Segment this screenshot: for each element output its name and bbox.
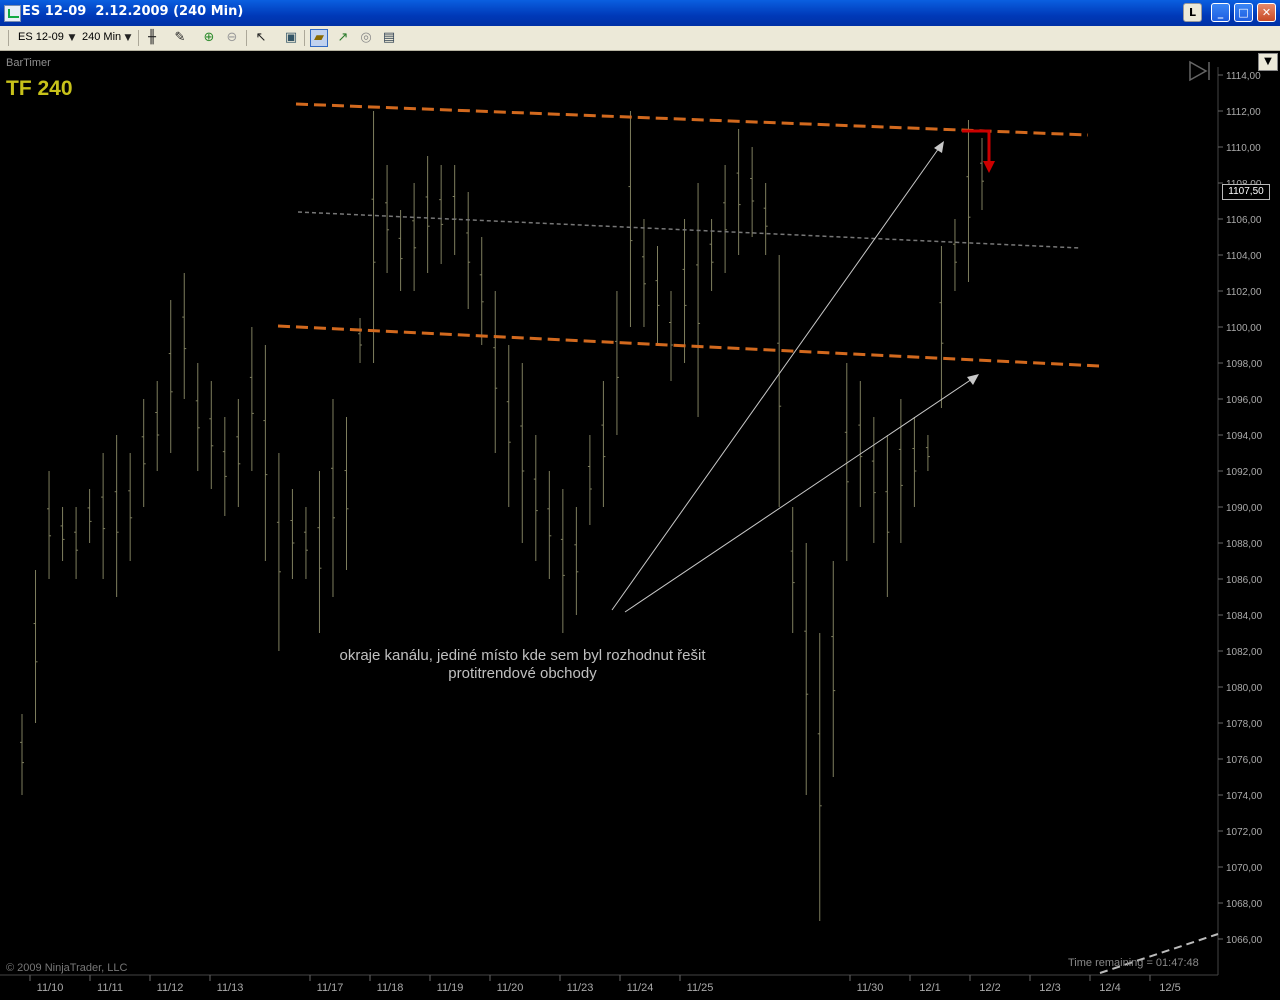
price-tick-label: 1072,00 [1226,827,1263,838]
annotation-text[interactable]: okraje kanálu, jediné místo kde sem byl … [300,647,745,683]
link-button[interactable]: L [1183,3,1202,22]
price-tick-label: 1110,00 [1226,143,1261,154]
arrowhead-icon [967,374,979,385]
pointer-icon[interactable]: ↖ [253,30,269,46]
maximize-button[interactable]: □ [1234,3,1253,22]
time-tick-label: 11/13 [217,982,244,994]
chart-menu-button[interactable]: ▼ [1258,53,1278,71]
arrowhead-icon [934,141,944,153]
price-tick-label: 1114,00 [1226,71,1261,82]
time-tick-label: 11/18 [377,982,404,994]
interval-selector[interactable]: 240 Min [82,31,121,43]
indicator-icon[interactable]: ↗ [335,30,351,46]
price-tick-label: 1098,00 [1226,359,1263,370]
time-tick-label: 11/24 [627,982,654,994]
price-tick-label: 1084,00 [1226,611,1263,622]
time-tick-label: 11/23 [567,982,594,994]
strategy-icon[interactable]: ◎ [358,30,374,46]
time-tick-label: 11/25 [687,982,714,994]
time-tick-label: 12/2 [979,982,1000,994]
title-bar: ES 12-09 2.12.2009 (240 Min) L _ □ ✕ [0,0,1280,26]
price-tick-label: 1104,00 [1226,251,1262,262]
close-button[interactable]: ✕ [1257,3,1276,22]
time-tick-label: 11/19 [437,982,464,994]
data-box-icon[interactable]: ▤ [381,30,397,46]
time-tick-label: 12/4 [1099,982,1120,994]
annotation-line-1: okraje kanálu, jediné místo kde sem byl … [339,647,706,664]
bar-style-icon[interactable]: ╫ [144,30,160,46]
minimize-button[interactable]: _ [1211,3,1230,22]
price-tick-label: 1092,00 [1226,467,1263,478]
price-tick-label: 1082,00 [1226,647,1263,658]
zoom-in-icon[interactable]: ⊕ [201,30,217,46]
time-tick-label: 11/20 [497,982,524,994]
price-tick-label: 1078,00 [1226,719,1263,730]
price-tick-label: 1076,00 [1226,755,1263,766]
time-tick-label: 12/1 [919,982,940,994]
channel-middle-line[interactable] [297,211,1081,249]
time-tick-label: 12/5 [1159,982,1180,994]
timeframe-label: TF 240 [6,77,73,100]
zoom-out-icon[interactable]: ⊖ [224,30,240,46]
down-arrow-icon [983,161,995,173]
instrument-dropdown-icon[interactable]: ▼ [64,30,80,46]
time-tick-label: 11/17 [317,982,344,994]
price-tick-label: 1086,00 [1226,575,1263,586]
toolbar-separator [246,30,247,46]
time-tick-label: 12/3 [1039,982,1060,994]
price-tick-label: 1096,00 [1226,395,1263,406]
price-axis: 1114,001112,001110,001108,001106,001104,… [1218,71,1263,946]
chart-app-icon [4,5,21,22]
instrument-icon[interactable]: ▰ [310,29,328,47]
scroll-to-end-icon[interactable] [1188,60,1212,82]
time-tick-label: 11/10 [37,982,64,994]
window-title: ES 12-09 2.12.2009 (240 Min) [22,4,244,19]
toolbar-separator [138,30,139,46]
indicator-label: BarTimer [6,57,51,69]
chart-toolbar: ES 12-09 ▼ 240 Min ▼ ╫ ✎ ⊕ ⊖ ↖ ▣ ▰ ↗ ◎ ▤ [0,26,1280,51]
price-tick-label: 1088,00 [1226,539,1263,550]
pencil-icon[interactable]: ✎ [172,30,188,46]
instrument-selector[interactable]: ES 12-09 [18,31,64,43]
annotation-arrow-upper[interactable] [611,147,940,611]
annotation-line-2: protitrendové obchody [448,665,597,682]
price-tick-label: 1094,00 [1226,431,1263,442]
price-tick-label: 1112,00 [1226,107,1261,118]
copyright-text: © 2009 NinjaTrader, LLC [6,962,128,974]
time-tick-label: 11/12 [157,982,184,994]
price-tick-label: 1080,00 [1226,683,1263,694]
ohlc-bars [20,111,984,921]
interval-dropdown-icon[interactable]: ▼ [120,30,136,46]
time-remaining-text: Time remaining = 01:47:48 [1068,957,1199,969]
toolbar-separator [304,30,305,46]
price-tick-label: 1074,00 [1226,791,1263,802]
properties-icon[interactable]: ▣ [283,30,299,46]
price-tick-label: 1090,00 [1226,503,1263,514]
price-tick-label: 1106,00 [1226,215,1262,226]
price-tick-label: 1068,00 [1226,899,1263,910]
time-axis: 11/10 11/11 11/12 11/13 11/17 11/18 11/19 11/20… [29,975,1181,994]
toolbar-grip [8,30,9,46]
price-chart[interactable]: 1114,001112,001110,001108,001106,001104,… [0,51,1280,1000]
price-tick-label: 1066,00 [1226,935,1263,946]
time-tick-label: 11/30 [857,982,884,994]
channel-lower-line[interactable] [277,324,1101,368]
price-tick-label: 1070,00 [1226,863,1263,874]
time-tick-label: 11/11 [97,982,123,994]
price-tick-label: 1102,00 [1226,287,1262,298]
last-price-marker: 1107,50 [1222,184,1270,200]
price-tick-label: 1100,00 [1226,323,1262,334]
annotation-arrow-lower[interactable] [624,378,973,613]
sell-signal-line[interactable] [962,129,991,163]
